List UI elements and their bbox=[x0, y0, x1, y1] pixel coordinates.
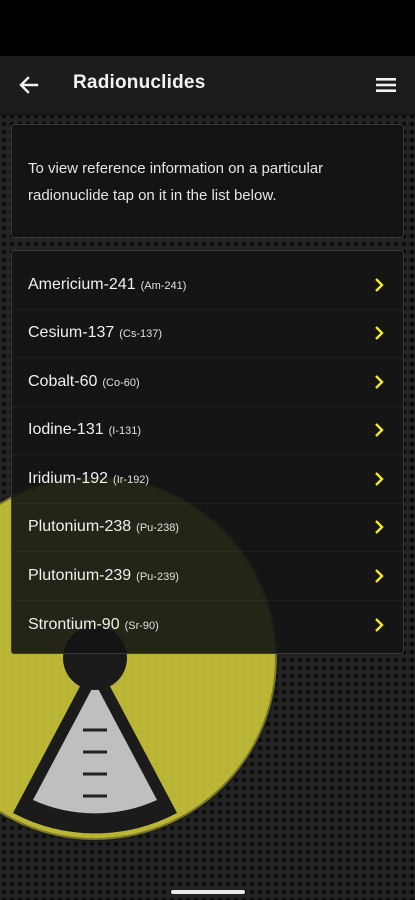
item-name: Cobalt-60 bbox=[28, 372, 98, 390]
radionuclide-list: Americium-241 (Am-241) Cesium-137 (Cs-13… bbox=[11, 250, 404, 654]
app-bar: Radionuclides bbox=[0, 56, 415, 115]
status-bar bbox=[0, 0, 415, 56]
info-card: To view reference information on a parti… bbox=[11, 124, 404, 238]
chevron-right-icon bbox=[375, 568, 384, 583]
screen: Radionuclides To view reference informat… bbox=[0, 0, 415, 900]
chevron-right-icon bbox=[375, 374, 384, 389]
back-button[interactable] bbox=[14, 70, 44, 100]
item-symbol: (Sr-90) bbox=[124, 619, 159, 632]
chevron-right-icon bbox=[375, 277, 384, 292]
item-symbol: (Ir-192) bbox=[113, 473, 150, 486]
arrow-left-icon bbox=[19, 76, 39, 94]
item-name: Americium-241 bbox=[28, 275, 136, 293]
chevron-right-icon bbox=[375, 326, 384, 341]
item-symbol: (Co-60) bbox=[102, 376, 140, 389]
chevron-right-icon bbox=[375, 617, 384, 632]
item-name: Plutonium-238 bbox=[28, 518, 132, 536]
list-item-plutonium-239[interactable]: Plutonium-239 (Pu-239) bbox=[12, 552, 403, 601]
list-item-cobalt-60[interactable]: Cobalt-60 (Co-60) bbox=[12, 358, 403, 407]
item-name: Iodine-131 bbox=[28, 421, 104, 439]
chevron-right-icon bbox=[375, 471, 384, 486]
item-name: Cesium-137 bbox=[28, 324, 115, 342]
item-symbol: (I-131) bbox=[108, 425, 142, 438]
chevron-right-icon bbox=[375, 520, 384, 535]
list-item-plutonium-238[interactable]: Plutonium-238 (Pu-238) bbox=[12, 504, 403, 552]
list-item-americium-241[interactable]: Americium-241 (Am-241) bbox=[12, 261, 403, 310]
chevron-right-icon bbox=[375, 423, 384, 438]
info-text: To view reference information on a parti… bbox=[28, 160, 324, 204]
page-title: Radionuclides bbox=[73, 72, 206, 93]
list-item-iodine-131[interactable]: Iodine-131 (I-131) bbox=[12, 407, 403, 455]
item-name: Iridium-192 bbox=[28, 469, 109, 487]
item-name: Strontium-90 bbox=[28, 615, 120, 633]
list-item-iridium-192[interactable]: Iridium-192 (Ir-192) bbox=[12, 455, 403, 504]
item-name: Plutonium-239 bbox=[28, 566, 132, 584]
item-symbol: (Pu-238) bbox=[136, 522, 179, 535]
menu-button[interactable] bbox=[371, 70, 401, 100]
item-symbol: (Cs-137) bbox=[119, 328, 163, 341]
item-symbol: (Am-241) bbox=[140, 279, 187, 292]
list-item-strontium-90[interactable]: Strontium-90 (Sr-90) bbox=[12, 601, 403, 650]
item-symbol: (Pu-239) bbox=[136, 570, 179, 583]
hamburger-menu-icon bbox=[376, 78, 396, 92]
home-indicator[interactable] bbox=[171, 890, 245, 894]
list-item-cesium-137[interactable]: Cesium-137 (Cs-137) bbox=[12, 310, 403, 358]
